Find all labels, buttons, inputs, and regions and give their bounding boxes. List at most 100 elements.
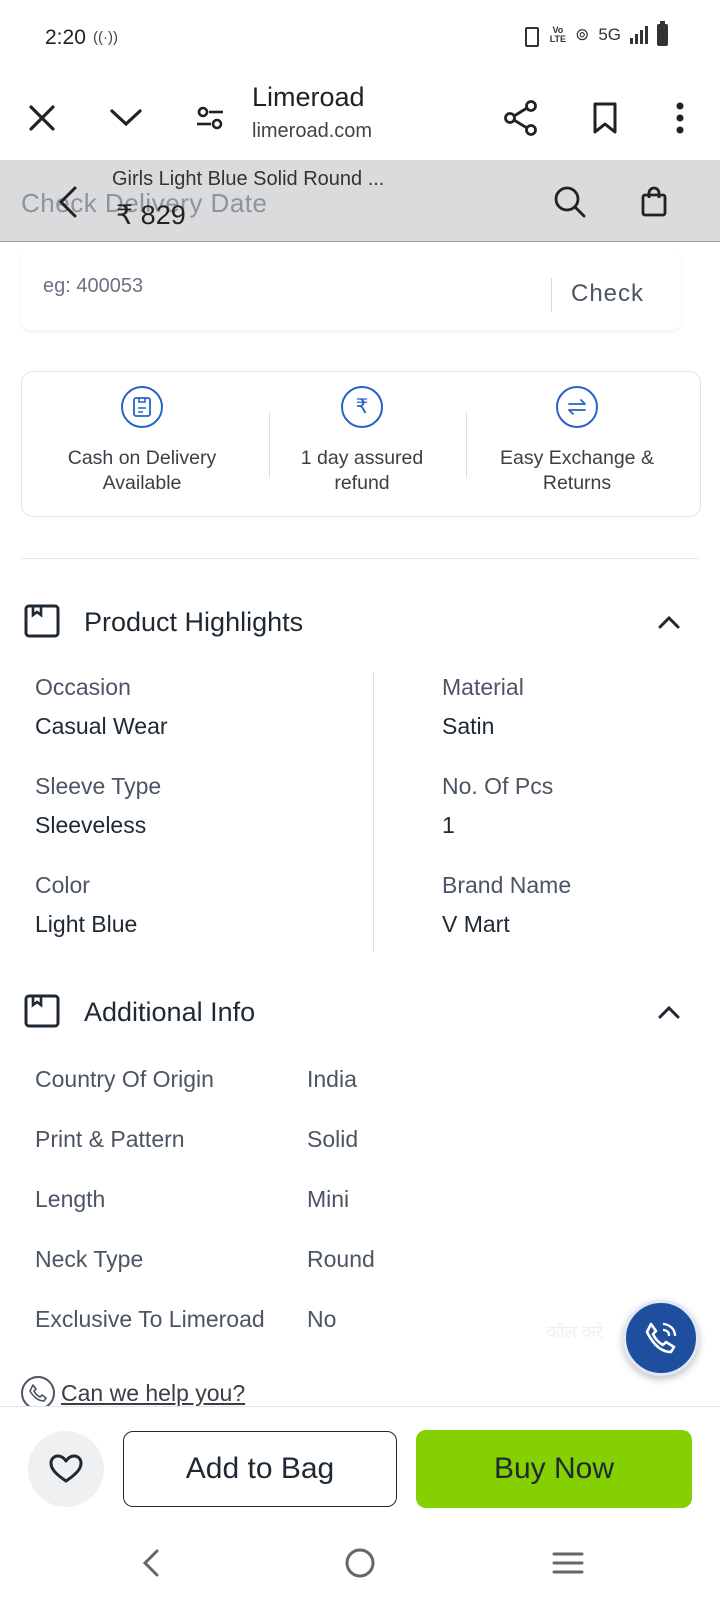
home-circle-icon	[345, 1548, 375, 1578]
back-icon	[142, 1549, 159, 1577]
divider	[551, 278, 552, 312]
info-label: Print & Pattern	[35, 1126, 185, 1152]
highlight-value: Satin	[442, 713, 495, 739]
bag-button[interactable]	[632, 180, 676, 224]
rupee-refund-icon: ₹	[341, 386, 383, 428]
back-chevron-icon	[58, 186, 77, 218]
hotspot-icon: ((·))	[93, 29, 118, 46]
highlight-value: V Mart	[442, 911, 510, 937]
highlight-label: Occasion	[35, 674, 131, 700]
more-options-button[interactable]	[652, 90, 708, 146]
tab-url: limeroad.com	[252, 120, 373, 142]
call-hint: कॉल करें	[546, 1322, 603, 1342]
add-to-bag-button[interactable]: Add to Bag	[123, 1431, 397, 1507]
chevron-up-icon[interactable]	[654, 607, 684, 637]
share-button[interactable]	[493, 90, 549, 146]
additional-info-header[interactable]: Additional Info	[24, 991, 700, 1035]
bookmark-button[interactable]	[577, 90, 633, 146]
benefit-line1: Cash on Delivery	[67, 447, 217, 469]
nav-recents-button[interactable]	[538, 1538, 598, 1588]
divider	[466, 412, 467, 478]
site-settings-button[interactable]	[182, 90, 238, 146]
column-divider	[373, 672, 374, 952]
highlight-label: Color	[35, 872, 90, 898]
bookmark-icon	[593, 102, 617, 134]
custom-tab-toolbar: Limeroad limeroad.com	[0, 76, 720, 160]
highlight-value: Casual Wear	[35, 713, 168, 739]
vibrate-icon	[519, 26, 541, 47]
tune-icon	[197, 106, 223, 130]
benefit-line2: Available	[102, 472, 182, 494]
benefit-line2: Returns	[542, 472, 612, 494]
status-time: 2:20	[45, 26, 86, 49]
battery-icon	[657, 21, 668, 46]
highlight-label: Sleeve Type	[35, 773, 162, 799]
product-highlights-header[interactable]: Product Highlights	[24, 601, 700, 645]
phone-call-icon	[645, 1322, 677, 1354]
share-icon	[504, 100, 537, 136]
benefit-refund: ₹ 1 day assured refund	[272, 386, 452, 496]
cod-icon	[121, 386, 163, 428]
benefit-cod: Cash on Delivery Available	[42, 386, 242, 496]
highlight-value: 1	[442, 812, 455, 838]
section-divider	[21, 558, 699, 559]
highlight-value: Light Blue	[35, 911, 138, 937]
benefit-line2: refund	[334, 472, 390, 494]
info-label: Length	[35, 1186, 106, 1212]
minimize-tab-button[interactable]	[98, 90, 154, 146]
nav-back-button[interactable]	[121, 1538, 181, 1588]
phone-icon	[21, 1376, 55, 1410]
back-button[interactable]	[48, 180, 88, 224]
section-title: Product Highlights	[84, 607, 304, 637]
info-value: Solid	[307, 1126, 359, 1152]
info-label: Neck Type	[35, 1246, 144, 1272]
call-support-button[interactable]	[623, 1300, 699, 1376]
shopping-bag-icon	[641, 186, 667, 217]
signal-icon	[630, 26, 648, 44]
exchange-icon	[556, 386, 598, 428]
volte-icon: Vo LTE	[549, 25, 567, 44]
info-value: Mini	[307, 1186, 350, 1212]
close-tab-button[interactable]	[14, 90, 70, 146]
info-value: Round	[307, 1246, 375, 1272]
network-type: 5G	[598, 25, 621, 44]
section-title: Additional Info	[84, 997, 256, 1027]
chevron-up-icon[interactable]	[654, 997, 684, 1027]
benefit-line1: 1 day assured	[300, 447, 424, 469]
benefit-exchange: Easy Exchange & Returns	[472, 386, 682, 496]
nav-home-button[interactable]	[330, 1538, 390, 1588]
wifi-calling-icon: ⊚	[575, 25, 590, 44]
check-pincode-button[interactable]: Check	[571, 280, 644, 308]
buy-now-button[interactable]: Buy Now	[416, 1430, 692, 1508]
status-bar: 2:20 ((·)) Vo LTE ⊚ 5G	[0, 0, 720, 76]
wishlist-button[interactable]	[28, 1431, 104, 1507]
divider	[269, 412, 270, 478]
pincode-input[interactable]	[43, 266, 543, 306]
bottom-action-bar: Add to Bag Buy Now	[0, 1406, 720, 1528]
product-price: ₹ 829	[116, 200, 186, 230]
info-label: Exclusive To Limeroad	[35, 1306, 265, 1332]
highlight-value: Sleeveless	[35, 812, 147, 838]
search-button[interactable]	[548, 180, 592, 224]
help-link[interactable]: Can we help you?	[21, 1376, 245, 1410]
info-value: India	[307, 1066, 357, 1092]
sticky-product-header: Check Delivery Date Girls Light Blue Sol…	[0, 160, 720, 242]
tab-title: Limeroad	[252, 82, 365, 112]
tag-box-icon	[24, 604, 60, 638]
status-icons: Vo LTE ⊚ 5G	[519, 21, 668, 47]
info-value: No	[307, 1306, 337, 1332]
product-name: Girls Light Blue Solid Round ...	[112, 168, 385, 190]
heart-icon	[49, 1454, 83, 1483]
highlight-label: Material	[442, 674, 524, 700]
chevron-down-icon	[110, 109, 142, 127]
close-icon	[29, 105, 55, 131]
benefits-card: Cash on Delivery Available ₹ 1 day assur…	[21, 371, 701, 517]
search-icon	[554, 186, 586, 218]
help-text[interactable]: Can we help you?	[61, 1380, 245, 1407]
info-label: Country Of Origin	[35, 1066, 214, 1092]
recents-icon	[552, 1552, 584, 1574]
tag-box-icon	[24, 994, 60, 1028]
highlight-label: Brand Name	[442, 872, 572, 898]
benefit-line1: Easy Exchange &	[500, 447, 654, 469]
more-vertical-icon	[676, 102, 684, 134]
